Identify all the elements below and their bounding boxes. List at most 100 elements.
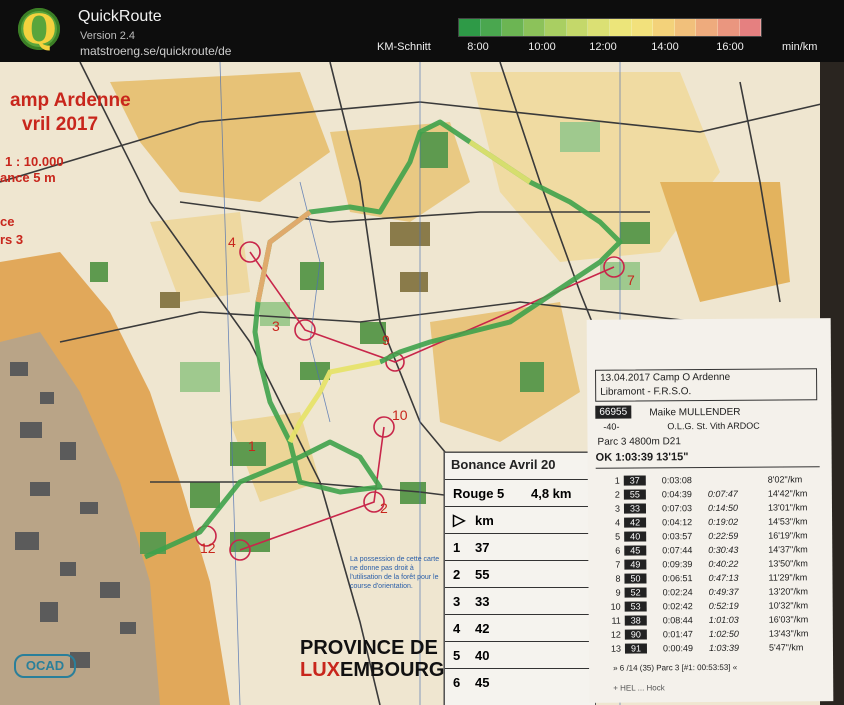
sheet-control-row: 5 40	[445, 641, 595, 669]
split-pace: 16'19"/km	[768, 530, 808, 541]
split-cumulative: 0:49:37	[708, 586, 739, 598]
ticket-parc: Parc 3 4800m D21	[597, 436, 681, 448]
ticket-runner-name: Maike MULLENDER	[649, 406, 741, 419]
split-index: 9	[615, 587, 621, 598]
province-line1: PROVINCE DE	[300, 637, 438, 659]
split-pace: 13'20"/km	[768, 586, 809, 597]
ticket-event-line2: Libramont - F.R.S.O.	[600, 386, 692, 398]
split-time: 0:09:39	[662, 559, 693, 570]
control-number: 4	[228, 234, 236, 250]
split-pace: 5'47"/km	[768, 642, 804, 653]
sheet-control-code: 33	[475, 594, 490, 609]
control-number: 2	[380, 500, 388, 516]
ticket-footer: » 6 /14 (35) Parc 3 [#1: 00:53:53] «	[613, 662, 738, 673]
split-pace: 13'50"/km	[768, 558, 808, 569]
legend-swatch	[459, 19, 481, 36]
split-time: 0:06:51	[662, 573, 693, 584]
legend-swatch	[502, 19, 524, 36]
split-row: 12 90 0:01:47 1:02:50 13'43"/km	[589, 628, 833, 643]
split-row: 7 49 0:09:39 0:40:22 13'50"/km	[588, 558, 832, 573]
app-version: Version 2.4	[80, 30, 136, 42]
split-cumulative: 0:40:22	[708, 558, 739, 570]
split-cumulative: 0:47:13	[708, 572, 739, 584]
split-time: 0:03:57	[662, 531, 693, 542]
legend-swatch	[739, 19, 762, 36]
split-row: 5 40 0:03:57 0:22:59 16'19"/km	[588, 530, 832, 545]
split-pace: 13'43"/km	[768, 628, 809, 639]
sheet-control-number: 3	[453, 594, 461, 609]
split-cumulative: 1:03:39	[708, 642, 740, 654]
pace-color-scale	[458, 18, 762, 37]
split-pace: 10'32"/km	[768, 600, 809, 611]
ocad-logo: OCAD	[14, 654, 76, 678]
split-index: 8	[615, 573, 621, 584]
split-pace: 14'37"/km	[768, 544, 808, 555]
split-row: 6 45 0:07:44 0:30:43 14'37"/km	[588, 544, 832, 559]
split-index: 11	[611, 615, 621, 626]
split-time: 0:02:42	[662, 601, 693, 612]
split-row: 13 91 0:00:49 1:03:39 5'47"/km	[589, 642, 833, 657]
sheet-control-number: 5	[453, 648, 461, 663]
split-cumulative: 0:14:50	[707, 502, 739, 514]
sheet-control-code: 55	[475, 567, 490, 582]
legend-label: KM-Schnitt	[377, 41, 431, 53]
split-row: 3 33 0:07:03 0:14:50 13'01"/km	[588, 502, 832, 517]
quickroute-logo-icon: Q	[18, 6, 60, 53]
legend-swatch	[717, 19, 740, 36]
split-index: 10	[610, 601, 621, 612]
split-row: 4 42 0:04:12 0:19:02 14'53"/km	[588, 516, 832, 531]
sheet-control-row: 2 55	[445, 560, 595, 588]
split-index: 2	[614, 489, 620, 500]
split-time: 0:04:12	[662, 517, 693, 528]
sheet-control-row: 6 45	[445, 668, 595, 696]
split-row: 8 50 0:06:51 0:47:13 11'29"/km	[588, 572, 832, 587]
legend-swatch	[545, 19, 567, 36]
legend-unit: min/km	[782, 41, 818, 53]
ticket-event-line1: 13.04.2017 Camp O Ardenne	[600, 371, 731, 384]
split-index: 4	[615, 517, 621, 528]
sheet-title: Bonance Avril 20	[451, 457, 556, 472]
split-code: 53	[624, 601, 647, 612]
sheet-distance: 4,8 km	[531, 486, 572, 501]
split-pace: 14'53"/km	[768, 516, 808, 527]
control-number: 3	[272, 318, 280, 334]
split-code: 91	[624, 643, 647, 654]
control-number: 1	[248, 438, 256, 454]
orienteering-map[interactable]: amp Ardenne vril 2017 1 : 10.000 ance 5 …	[0, 62, 844, 705]
map-title-line1: amp Ardenne	[10, 90, 131, 111]
map-side-text-1: ce	[0, 214, 15, 229]
split-code: 37	[623, 475, 646, 486]
split-index: 5	[615, 531, 621, 542]
split-time: 0:07:44	[662, 545, 693, 556]
control-number: 12	[200, 540, 216, 556]
split-time: 0:08:44	[662, 615, 693, 626]
legend-swatch	[566, 19, 589, 36]
sheet-control-row: 4 42	[445, 614, 595, 642]
app-url[interactable]: matstroeng.se/quickroute/de	[80, 44, 231, 58]
split-row: 2 55 0:04:39 0:07:47 14'42"/km	[588, 488, 832, 503]
split-time: 0:03:08	[661, 475, 692, 486]
split-code: 55	[623, 489, 646, 500]
split-index: 3	[614, 503, 621, 514]
legend-tick: 10:00	[528, 41, 556, 53]
split-code: 33	[623, 503, 647, 514]
split-index: 13	[610, 643, 621, 654]
split-row: 9 52 0:02:24 0:49:37 13'20"/km	[589, 586, 833, 601]
split-index: 7	[615, 559, 621, 570]
control-number: 7	[627, 272, 635, 288]
start-triangle-icon: ▷	[453, 512, 466, 529]
split-code: 42	[624, 517, 647, 528]
split-row: 10 53 0:02:42 0:52:19 10'32"/km	[589, 600, 833, 615]
sheet-control-row: 3 33	[445, 587, 595, 615]
split-row: 1 37 0:03:08 8'02"/km	[588, 474, 832, 489]
map-side-text-2: rs 3	[0, 232, 24, 247]
split-index: 12	[610, 629, 621, 640]
sheet-control-code: 45	[475, 675, 490, 690]
split-time: 0:02:24	[662, 587, 693, 598]
legend-tick: 8:00	[467, 41, 489, 53]
split-cumulative: 1:02:50	[708, 628, 739, 640]
province-logo: PROVINCE DE LUXEMBOURG	[300, 637, 444, 681]
split-code: 45	[624, 545, 647, 556]
sheet-control-number: 6	[453, 675, 461, 690]
split-cumulative: 0:19:02	[708, 516, 739, 528]
